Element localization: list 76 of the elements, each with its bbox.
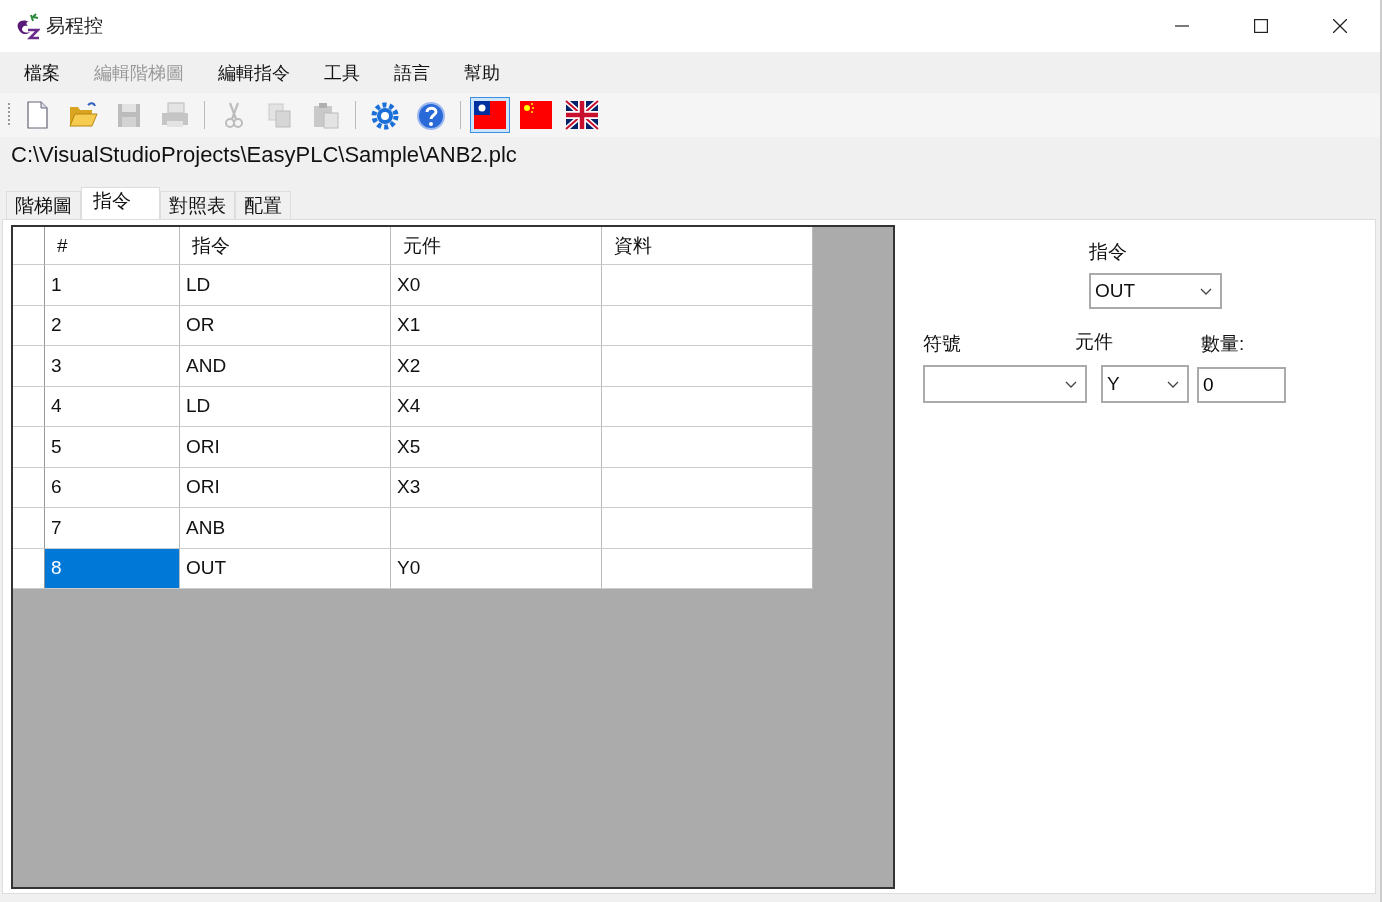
table-cell[interactable] [602, 386, 813, 427]
table-cell[interactable] [602, 427, 813, 468]
row-header[interactable] [13, 467, 45, 508]
column-header[interactable]: # [45, 227, 180, 265]
table-cell[interactable]: X0 [391, 265, 602, 306]
table-cell[interactable]: LD [180, 265, 391, 306]
toolbar-button[interactable] [562, 97, 602, 133]
maximize-icon[interactable] [1254, 19, 1268, 33]
chevron-icon [1065, 380, 1077, 388]
table-cell[interactable]: X1 [391, 305, 602, 346]
table-cell[interactable]: 1 [45, 265, 180, 306]
table-cell[interactable]: 8 [45, 548, 180, 589]
row-header[interactable] [13, 386, 45, 427]
table-cell[interactable]: 3 [45, 346, 180, 387]
help-icon [414, 99, 448, 131]
tab[interactable]: 階梯圖 [6, 191, 81, 219]
field-label: 元件 [1075, 330, 1113, 354]
instruction-dropdown[interactable]: OUT [1089, 273, 1222, 309]
table-cell[interactable]: AND [180, 346, 391, 387]
table-cell[interactable] [391, 508, 602, 549]
table-cell[interactable]: 2 [45, 305, 180, 346]
close-icon[interactable] [1333, 19, 1347, 33]
row-header [13, 227, 45, 265]
table-cell[interactable] [602, 467, 813, 508]
table-cell[interactable]: 5 [45, 427, 180, 468]
table-cell[interactable]: 6 [45, 467, 180, 508]
column-header[interactable]: 資料 [602, 227, 813, 265]
row-header[interactable] [13, 346, 45, 387]
table-cell[interactable]: OR [180, 305, 391, 346]
menu-item[interactable]: 檔案 [24, 60, 60, 85]
column-header[interactable]: 元件 [391, 227, 602, 265]
menu-item[interactable]: 編輯指令 [218, 60, 290, 85]
field-label: 指令 [1089, 240, 1127, 264]
count-field[interactable]: 0 [1197, 367, 1286, 403]
tab[interactable]: 對照表 [160, 191, 235, 219]
table-cell[interactable]: OUT [180, 548, 391, 589]
table-cell[interactable] [602, 346, 813, 387]
grip-icon [8, 102, 11, 128]
menu-item[interactable]: 工具 [324, 60, 360, 85]
table-cell[interactable]: ANB [180, 508, 391, 549]
symbol-dropdown[interactable] [923, 365, 1087, 403]
flag-icon [519, 99, 553, 131]
file-path: C:\VisualStudioProjects\EasyPLC\Sample\ANB2.plc [10, 141, 518, 169]
table-cell[interactable]: X4 [391, 386, 602, 427]
row-header[interactable] [13, 427, 45, 468]
field-label: 數量: [1201, 332, 1245, 356]
toolbar-button[interactable] [470, 97, 510, 133]
tab[interactable]: 指令 [81, 187, 160, 219]
table-cell[interactable]: X2 [391, 346, 602, 387]
table-cell[interactable]: LD [180, 386, 391, 427]
row-header[interactable] [13, 508, 45, 549]
row-header[interactable] [13, 265, 45, 306]
table-cell[interactable]: Y0 [391, 548, 602, 589]
element-dropdown[interactable]: Y [1101, 365, 1189, 403]
tab[interactable]: 配置 [235, 191, 291, 219]
menu-item[interactable]: 幫助 [464, 60, 500, 85]
column-header[interactable]: 指令 [180, 227, 391, 265]
field-label: 符號 [923, 332, 961, 356]
table-cell[interactable] [602, 548, 813, 589]
table-cell[interactable]: ORI [180, 467, 391, 508]
table-cell[interactable]: ORI [180, 427, 391, 468]
chevron-icon [1167, 380, 1179, 388]
flag-icon [565, 99, 599, 131]
menu-item[interactable]: 語言 [394, 60, 430, 85]
row-header[interactable] [13, 548, 45, 589]
chevron-icon [1200, 287, 1212, 295]
window-title: 易程控 [46, 14, 103, 38]
table-cell[interactable] [602, 265, 813, 306]
table-cell[interactable] [602, 305, 813, 346]
table-cell[interactable]: 7 [45, 508, 180, 549]
table-cell[interactable]: X5 [391, 427, 602, 468]
table-cell[interactable]: X3 [391, 467, 602, 508]
table-cell[interactable]: 4 [45, 386, 180, 427]
flag-icon [473, 99, 507, 131]
table-cell[interactable] [602, 508, 813, 549]
row-header[interactable] [13, 305, 45, 346]
